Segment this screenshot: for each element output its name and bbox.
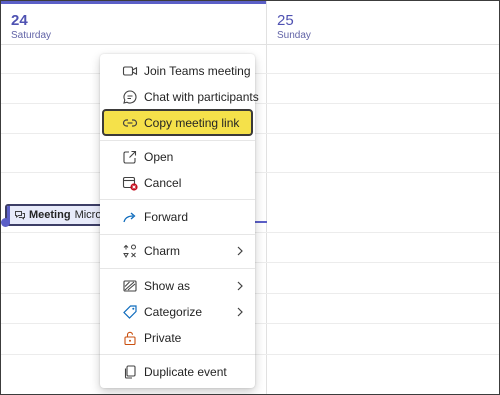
day-name: Sunday [277, 30, 311, 41]
menu-item-label: Chat with participants [144, 90, 259, 104]
menu-item-label: Categorize [144, 305, 203, 319]
day-header-25[interactable]: 25 Sunday [277, 12, 311, 42]
menu-item-forward[interactable]: Forward [102, 204, 253, 230]
menu-item-charm[interactable]: Charm [102, 238, 253, 264]
menu-item-open[interactable]: Open [102, 144, 253, 170]
menu-item-categorize[interactable]: Categorize [102, 299, 253, 325]
header-divider [1, 44, 499, 45]
menu-item-copy-meeting-link[interactable]: Copy meeting link [102, 109, 253, 136]
video-camera-icon [122, 63, 138, 79]
menu-item-label: Join Teams meeting [144, 64, 251, 78]
menu-separator [100, 234, 255, 235]
calendar-cancel-icon [122, 175, 138, 191]
day-name: Saturday [11, 30, 52, 41]
current-time-line [255, 221, 267, 223]
menu-item-label: Show as [144, 279, 191, 293]
chevron-right-icon [235, 306, 245, 318]
meeting-chat-icon [14, 209, 26, 221]
menu-item-show-as[interactable]: Show as [102, 273, 253, 299]
menu-item-label: Copy meeting link [144, 115, 240, 130]
copy-icon [122, 364, 138, 380]
menu-separator [100, 199, 255, 200]
open-icon [122, 149, 138, 165]
day-number: 24 [11, 12, 28, 29]
forward-arrow-icon [122, 209, 138, 225]
menu-separator [100, 354, 255, 355]
menu-separator [100, 268, 255, 269]
today-indicator [1, 1, 266, 4]
lock-icon [122, 330, 138, 346]
chevron-right-icon [235, 280, 245, 292]
event-context-menu: Join Teams meeting Chat with participant… [100, 54, 259, 388]
menu-item-label: Open [144, 150, 174, 164]
menu-item-label: Charm [144, 244, 181, 258]
chat-icon [122, 89, 138, 105]
menu-item-label: Private [144, 331, 182, 345]
charm-icon [122, 243, 138, 259]
menu-item-duplicate-event[interactable]: Duplicate event [102, 359, 253, 385]
chevron-right-icon [235, 245, 245, 257]
menu-separator [100, 140, 255, 141]
menu-item-chat-with-participants[interactable]: Chat with participants [102, 84, 259, 110]
column-divider [266, 1, 267, 394]
day-number: 25 [277, 12, 294, 29]
show-as-icon [122, 278, 138, 294]
current-time-dot [1, 218, 10, 227]
menu-item-join-teams-meeting[interactable]: Join Teams meeting [102, 58, 253, 84]
tag-icon [122, 304, 138, 320]
event-title: Meeting [29, 209, 71, 221]
menu-item-label: Forward [144, 210, 189, 224]
menu-item-cancel[interactable]: Cancel [102, 170, 253, 196]
day-column-25[interactable]: 25 Sunday [267, 1, 499, 394]
menu-item-label: Duplicate event [144, 365, 227, 379]
day-header-24[interactable]: 24 Saturday [11, 12, 51, 42]
link-icon [122, 115, 138, 131]
calendar-view: 24 Saturday 25 Sunday Meeting Microsof J [0, 0, 500, 395]
menu-item-private[interactable]: Private [102, 325, 253, 351]
menu-item-label: Cancel [144, 176, 182, 190]
